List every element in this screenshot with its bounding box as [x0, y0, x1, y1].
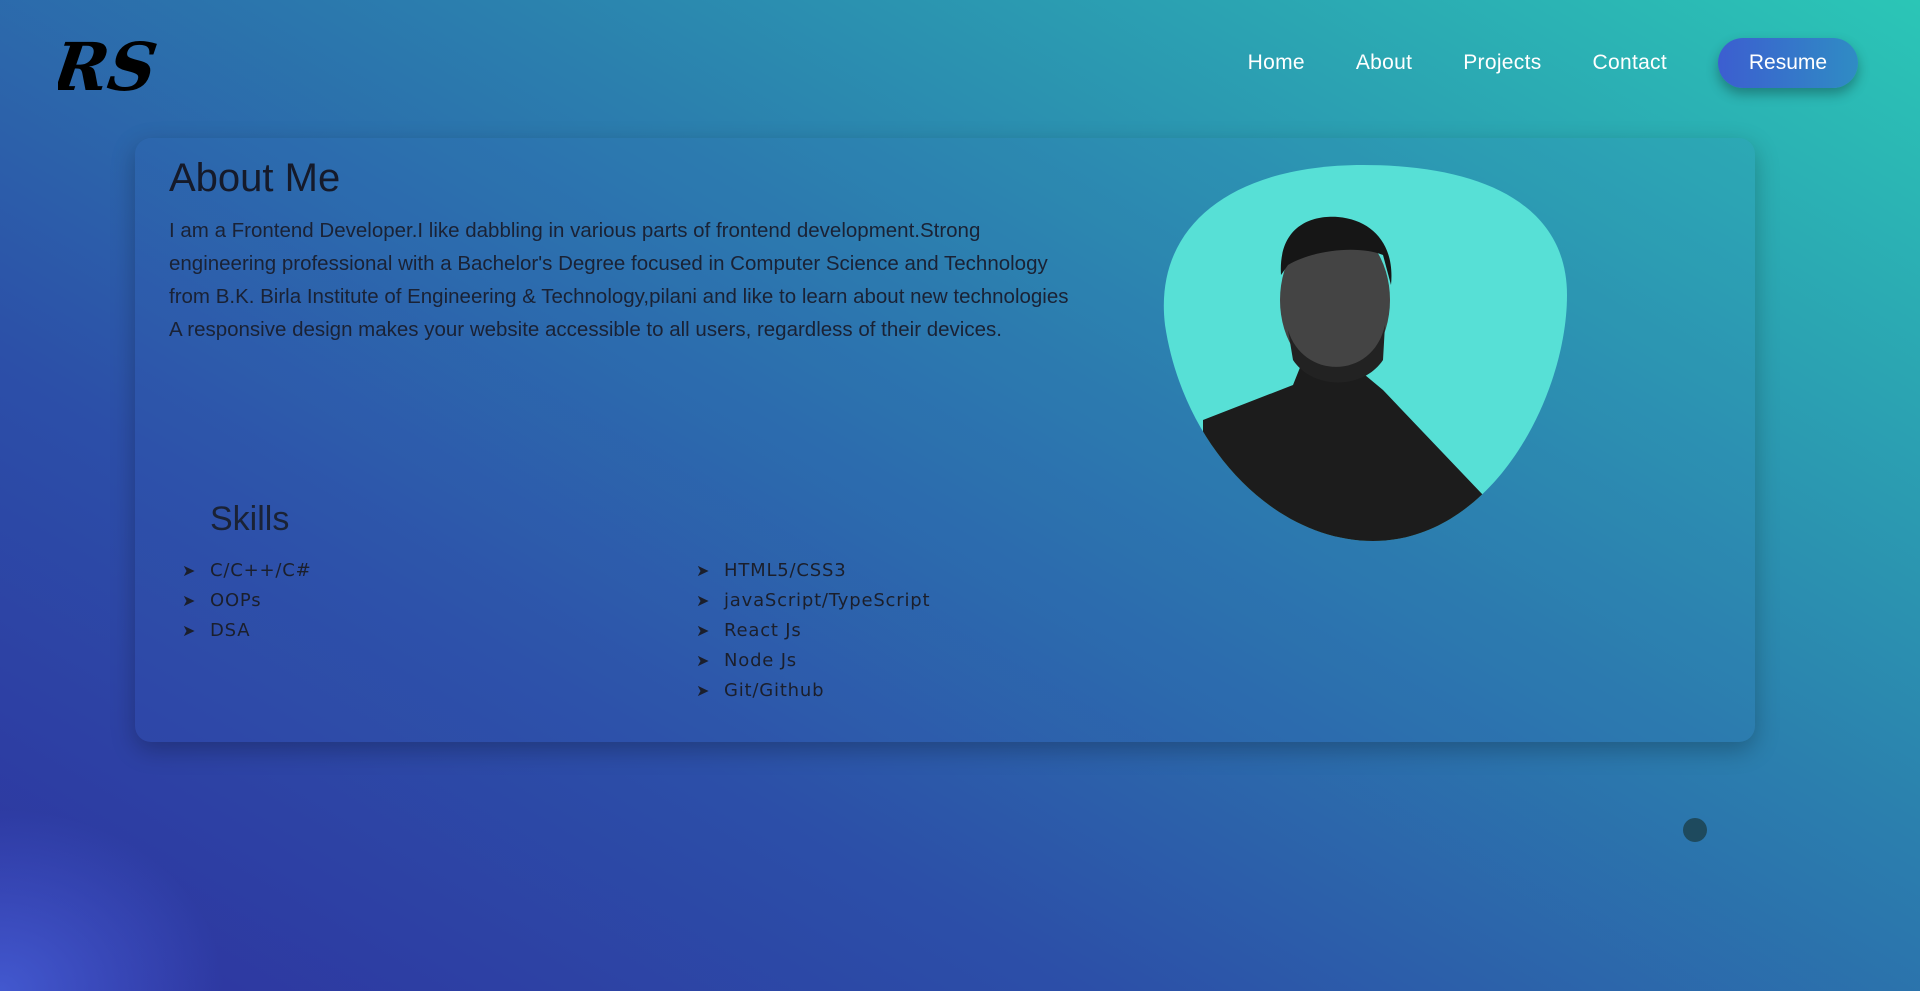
profile-photo [1163, 165, 1567, 541]
chevron-right-icon: ➤ [182, 620, 197, 640]
skill-label: OOPs [210, 589, 262, 611]
list-item: ➤ javaScript/TypeScript [696, 585, 930, 615]
chevron-right-icon: ➤ [182, 560, 197, 580]
chevron-right-icon: ➤ [696, 560, 711, 580]
skill-label: DSA [210, 619, 251, 641]
chevron-right-icon: ➤ [696, 650, 711, 670]
cursor-dot [1683, 818, 1707, 842]
about-card: About Me I am a Frontend Developer.I lik… [135, 138, 1755, 742]
list-item: ➤ DSA [182, 615, 311, 645]
logo[interactable]: RS [58, 24, 158, 108]
svg-text:RS: RS [58, 28, 158, 106]
list-item: ➤ C/C++/C# [182, 555, 311, 585]
chevron-right-icon: ➤ [696, 620, 711, 640]
skills-title: Skills [210, 500, 290, 538]
list-item: ➤ HTML5/CSS3 [696, 555, 930, 585]
skills-list-1: ➤ C/C++/C# ➤ OOPs ➤ DSA [182, 555, 311, 645]
main-nav: Home About Projects Contact Resume [1248, 38, 1858, 88]
list-item: ➤ OOPs [182, 585, 311, 615]
nav-contact[interactable]: Contact [1593, 51, 1667, 75]
chevron-right-icon: ➤ [696, 590, 711, 610]
about-paragraph: I am a Frontend Developer.I like dabblin… [169, 219, 1069, 341]
skill-label: React Js [724, 619, 802, 641]
skill-label: Git/Github [724, 679, 825, 701]
skill-label: javaScript/TypeScript [724, 589, 931, 611]
skill-label: HTML5/CSS3 [724, 559, 847, 581]
skill-label: Node Js [724, 649, 797, 671]
chevron-right-icon: ➤ [696, 680, 711, 700]
skills-list-2: ➤ HTML5/CSS3 ➤ javaScript/TypeScript ➤ Reac… [696, 555, 930, 705]
nav-about[interactable]: About [1356, 51, 1412, 75]
list-item: ➤ React Js [696, 615, 930, 645]
resume-button[interactable]: Resume [1718, 38, 1858, 88]
skill-label: C/C++/C# [210, 559, 312, 581]
list-item: ➤ Git/Github [696, 675, 930, 705]
list-item: ➤ Node Js [696, 645, 930, 675]
nav-home[interactable]: Home [1248, 51, 1305, 75]
page-title: About Me [169, 156, 341, 200]
chevron-right-icon: ➤ [182, 590, 197, 610]
nav-projects[interactable]: Projects [1463, 51, 1541, 75]
